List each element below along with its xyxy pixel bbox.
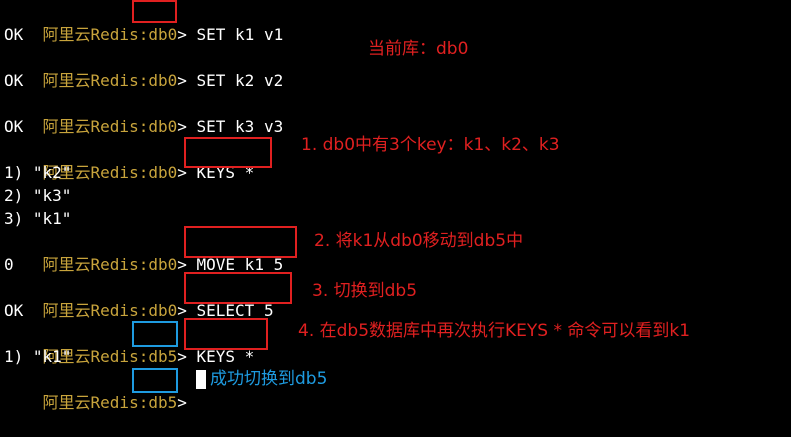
output-line: OK (4, 301, 24, 320)
prompt-prefix: 阿里云Redis: (42, 393, 149, 412)
annotation-note4: 4. 在db5数据库中再次执行KEYS * 命令可以看到k1 (298, 321, 691, 341)
terminal-cursor (196, 370, 206, 389)
prompt-sep: > (177, 25, 197, 44)
annotation-note3: 3. 切换到db5 (312, 281, 418, 301)
output-line: 1) "k2" (4, 163, 72, 182)
highlight-box-db5-final (132, 368, 178, 393)
prompt-db: db0 (148, 25, 178, 44)
prompt-prefix: 阿里云Redis: (42, 255, 149, 274)
terminal-line: 阿里云Redis:db0> SET k3 v3 (4, 92, 284, 136)
terminal-line: 阿里云Redis:db0> SET k2 v2 (4, 46, 284, 90)
output-line: 3) "k1" (4, 209, 72, 228)
annotation-note2: 2. 将k1从db0移动到db5中 (314, 231, 524, 251)
output-line: 2) "k3" (4, 186, 72, 205)
prompt-prefix: 阿里云Redis: (42, 117, 149, 136)
output-line: 1) "k1" (4, 347, 72, 366)
annotation-current-db: 当前库：db0 (368, 39, 469, 59)
highlight-box-keys (184, 137, 272, 168)
prompt-db: db0 (148, 163, 178, 182)
command-text: SET k3 v3 (196, 117, 284, 136)
command-text: SET k2 v2 (196, 71, 284, 90)
prompt-db: db0 (148, 255, 178, 274)
highlight-box-keys-db5 (184, 318, 268, 350)
command-text: SET k1 v1 (196, 25, 284, 44)
highlight-box-db0 (132, 0, 177, 23)
prompt-db: db5 (148, 347, 178, 366)
highlight-box-db5 (132, 321, 178, 347)
prompt-sep: > (177, 393, 197, 412)
terminal-window[interactable]: 阿里云Redis:db0> SET k1 v1 OK 阿里云Redis:db0>… (4, 0, 790, 412)
prompt-sep: > (177, 71, 197, 90)
output-line: 0 (4, 255, 14, 274)
annotation-note1: 1. db0中有3个key：k1、k2、k3 (301, 135, 560, 155)
prompt-db: db0 (148, 301, 178, 320)
prompt-prefix: 阿里云Redis: (42, 25, 149, 44)
highlight-box-move (184, 226, 297, 258)
output-line: OK (4, 25, 24, 44)
prompt-db: db0 (148, 117, 178, 136)
annotation-note5: 成功切换到db5 (210, 369, 328, 389)
prompt-db: db5 (148, 393, 178, 412)
prompt-sep: > (177, 117, 197, 136)
output-line: OK (4, 117, 24, 136)
output-line: OK (4, 71, 24, 90)
prompt-db: db0 (148, 71, 178, 90)
prompt-prefix: 阿里云Redis: (42, 301, 149, 320)
prompt-prefix: 阿里云Redis: (42, 71, 149, 90)
highlight-box-select (184, 272, 292, 304)
